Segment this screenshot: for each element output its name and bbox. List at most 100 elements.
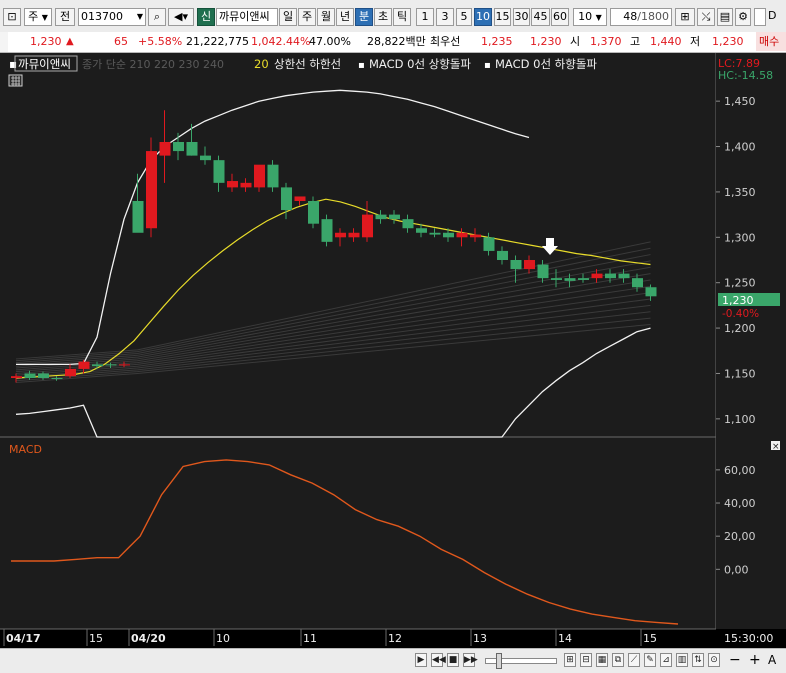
legend-ma20[interactable]: 20	[254, 57, 269, 71]
zoom-out-icon[interactable]: −	[729, 652, 741, 668]
period-tab[interactable]: 초	[374, 8, 392, 26]
buy-button[interactable]: 매수	[756, 32, 786, 51]
candle	[92, 364, 103, 367]
gear-icon[interactable]: ⚙	[735, 8, 751, 26]
period-tab[interactable]: 월	[317, 8, 335, 26]
chart-style-icon[interactable]: ▥	[676, 653, 688, 667]
macd-title: MACD	[9, 443, 42, 456]
macd-tick-label: 20,00	[724, 530, 756, 543]
interval-tab[interactable]: 10	[474, 8, 492, 26]
candle	[510, 260, 522, 270]
candle	[618, 273, 630, 279]
scroll-handle[interactable]	[496, 653, 502, 669]
candlestick-chart[interactable]: 1,450 1,400 1,350 1,300 1,250 1,200 1,150 1,100…	[0, 53, 786, 650]
chart-type-icon[interactable]: ⟋	[628, 653, 640, 667]
stock-name-field[interactable]: 까뮤이앤씨	[216, 8, 278, 26]
low-label: 저	[690, 35, 701, 48]
candle	[146, 151, 157, 229]
interval-tab[interactable]: 60	[551, 8, 569, 26]
chevron-down-icon: ▼	[136, 12, 143, 21]
candle	[281, 187, 292, 211]
time-tick-label: 15	[89, 632, 103, 645]
candle	[159, 142, 171, 156]
legend-bullet: ▪	[9, 57, 17, 71]
chart-area[interactable]: 1,450 1,400 1,350 1,300 1,250 1,200 1,150 1,100…	[0, 53, 786, 650]
price-change: 65	[114, 35, 128, 48]
open-price: 1,370	[590, 35, 622, 48]
legend-macd-up[interactable]: MACD 0선 상향돌파	[369, 57, 471, 71]
scale-icon[interactable]: ⊞	[675, 8, 695, 26]
link-icon[interactable]: ⧉	[612, 653, 624, 667]
macd-tick-label: 0,00	[724, 563, 749, 576]
candle	[321, 219, 333, 242]
legend-ma-faint[interactable]: 종가 단순 210 220 230 240	[82, 58, 224, 71]
interval-tab[interactable]: 5	[456, 8, 472, 26]
speaker-icon[interactable]: ◀▾	[168, 8, 194, 26]
zoom-reset-icon[interactable]: ⊙	[708, 653, 720, 667]
period-tab[interactable]: 주	[298, 8, 316, 26]
macd-tick-label: 40,00	[724, 497, 756, 510]
stop-icon[interactable]: ■	[447, 653, 459, 667]
scroll-first-icon[interactable]: ▶	[415, 653, 427, 667]
period-tab[interactable]: 분	[355, 8, 373, 26]
zoom-in-icon[interactable]: +	[749, 652, 761, 668]
best-ask: 1,235	[481, 35, 513, 48]
legend-bullet: ▪	[358, 60, 365, 71]
candle	[132, 201, 144, 233]
interval-tab[interactable]: 30	[513, 8, 530, 26]
period-tab[interactable]: 년	[336, 8, 354, 26]
grid-icon[interactable]: ▦	[596, 653, 608, 667]
trend-icon[interactable]: ⤯	[697, 8, 715, 26]
legend-bullet: ▪	[484, 60, 491, 71]
scroll-forward-icon[interactable]: ▶▶	[463, 653, 478, 667]
layout-icon[interactable]: ⊟	[580, 653, 592, 667]
last-price-pct: -0.40%	[722, 308, 759, 320]
new-badge[interactable]: 신	[197, 8, 215, 26]
candle	[38, 373, 49, 378]
interval-tab[interactable]: 1	[416, 8, 434, 26]
prev-button[interactable]: 전	[55, 8, 75, 26]
d-checkbox[interactable]	[754, 8, 766, 26]
interval-select[interactable]: 10 ▼	[573, 8, 607, 26]
close-icon: ×	[772, 442, 780, 452]
period-tab[interactable]: 틱	[393, 8, 411, 26]
last-price-label: 1,230	[722, 294, 754, 307]
code-input[interactable]: 013700 ▼	[78, 8, 146, 26]
count-value: 48	[623, 10, 638, 23]
time-tick-label: 15:30:00	[724, 632, 773, 645]
candle	[456, 232, 468, 238]
legend-limit[interactable]: 상한선 하한선	[274, 57, 341, 71]
scroll-back-icon[interactable]: ◀◀	[431, 653, 446, 667]
toolbar: ⊡ 주 ▼ 전 013700 ▼ ⌕ ◀▾ 신 까뮤이앤씨 일주월년분초틱 13…	[0, 0, 786, 33]
legend-stock[interactable]: 까뮤이앤씨	[18, 57, 71, 71]
count-field[interactable]: 48/1800	[610, 8, 672, 26]
candle	[389, 214, 400, 220]
interval-tab[interactable]: 3	[436, 8, 454, 26]
candle	[470, 234, 481, 238]
d-label: D	[768, 9, 777, 22]
search-icon[interactable]: ⌕	[148, 8, 166, 26]
zoom-fit-icon[interactable]: ⊞	[564, 653, 576, 667]
market-select[interactable]: 주 ▼	[24, 8, 52, 26]
candle	[51, 378, 63, 379]
candle	[227, 181, 238, 188]
turnover: 47.00%	[309, 35, 351, 48]
time-tick-label: 15	[643, 632, 657, 645]
sync-icon[interactable]: ⇅	[692, 653, 704, 667]
interval-tab[interactable]: 45	[531, 8, 550, 26]
draw-icon[interactable]: ✎	[644, 653, 656, 667]
font-size-icon[interactable]: A	[768, 653, 776, 667]
candle	[173, 142, 184, 152]
save-icon[interactable]: ▤	[717, 8, 733, 26]
measure-icon[interactable]: ⊿	[660, 653, 672, 667]
candle	[362, 214, 373, 238]
candle	[65, 368, 76, 377]
candle	[497, 250, 508, 260]
candle	[551, 278, 562, 280]
window-menu-icon[interactable]: ⊡	[3, 8, 21, 26]
period-tab[interactable]: 일	[279, 8, 297, 26]
candle	[483, 237, 495, 251]
price-tick-label: 1,450	[724, 95, 756, 108]
legend-macd-down[interactable]: MACD 0선 하향돌파	[495, 57, 597, 71]
interval-tab[interactable]: 15	[494, 8, 511, 26]
